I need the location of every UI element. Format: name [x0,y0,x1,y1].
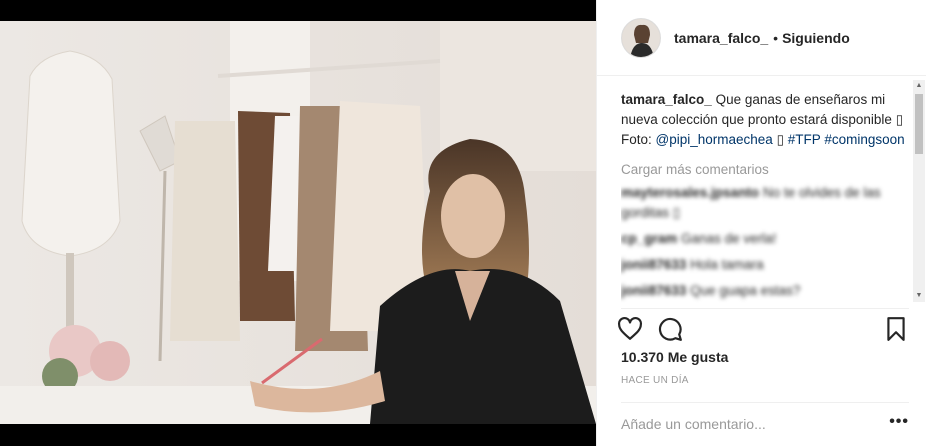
scroll-up-arrow-icon[interactable]: ▲ [913,80,925,92]
comment-bubble-icon [658,317,682,341]
avatar[interactable] [621,17,661,58]
scrollbar-thumb[interactable] [915,94,923,154]
caption-emoji: ▯ [776,132,785,147]
comment-username[interactable]: cp_gram [621,231,677,246]
post-header: tamara_falco_ • Siguiendo [597,0,926,76]
save-button[interactable] [883,316,909,342]
add-comment-section: ••• [621,402,909,442]
more-options-button[interactable]: ••• [889,413,909,431]
comment-row: jonii87633 Hola tamara [621,255,909,275]
hashtag-link[interactable]: #comingsoon [824,132,904,147]
caption-photo-label: Foto: [621,132,652,147]
comments-list[interactable]: tamara_falco_ Que ganas de enseñaros mi … [621,90,909,304]
post-timestamp[interactable]: HACE UN DÍA [621,375,689,386]
post-photo[interactable] [0,21,596,424]
comment-row: mayterosales.jpsanto No te olvides de la… [621,183,909,223]
divider [621,308,909,309]
bookmark-icon [887,317,905,341]
like-button[interactable] [617,316,643,342]
comment-row: jonii87633 Que guapa estas? [621,281,909,301]
comment-username[interactable]: jonii87633 [621,283,686,298]
scroll-down-arrow-icon[interactable]: ▼ [913,290,925,302]
media-pane [0,0,596,446]
post-caption: tamara_falco_ Que ganas de enseñaros mi … [621,90,909,150]
post-side-panel: tamara_falco_ • Siguiendo tamara_falco_ … [596,0,926,446]
comment-button[interactable] [657,316,683,342]
header-username[interactable]: tamara_falco_ [674,30,768,46]
caption-mention-link[interactable]: @pipi_hormaechea [656,132,773,147]
comment-input[interactable] [621,413,881,435]
following-button[interactable]: Siguiendo [782,30,850,46]
caption-emoji: ▯ [895,112,904,127]
post-photo-illustration [0,21,596,424]
comment-text: Hola tamara [690,257,764,272]
comment-text: Que guapa estas? [690,283,801,298]
comments-scrollbar[interactable]: ▲ ▼ [913,80,925,302]
caption-username[interactable]: tamara_falco_ [621,92,712,107]
comment-username[interactable]: mayterosales.jpsanto [621,185,759,200]
comment-username[interactable]: jonii87633 [621,257,686,272]
load-more-comments-button[interactable]: Cargar más comentarios [621,162,909,177]
post-actions [617,316,913,342]
likes-count[interactable]: 10.370 Me gusta [621,349,728,365]
avatar-image [622,18,660,57]
comment-row: cp_gram Ganas de verla! [621,229,909,249]
follow-separator: • [773,29,779,46]
hashtag-link[interactable]: #TFP [788,132,821,147]
comment-text: Ganas de verla! [681,231,777,246]
heart-icon [618,316,642,340]
